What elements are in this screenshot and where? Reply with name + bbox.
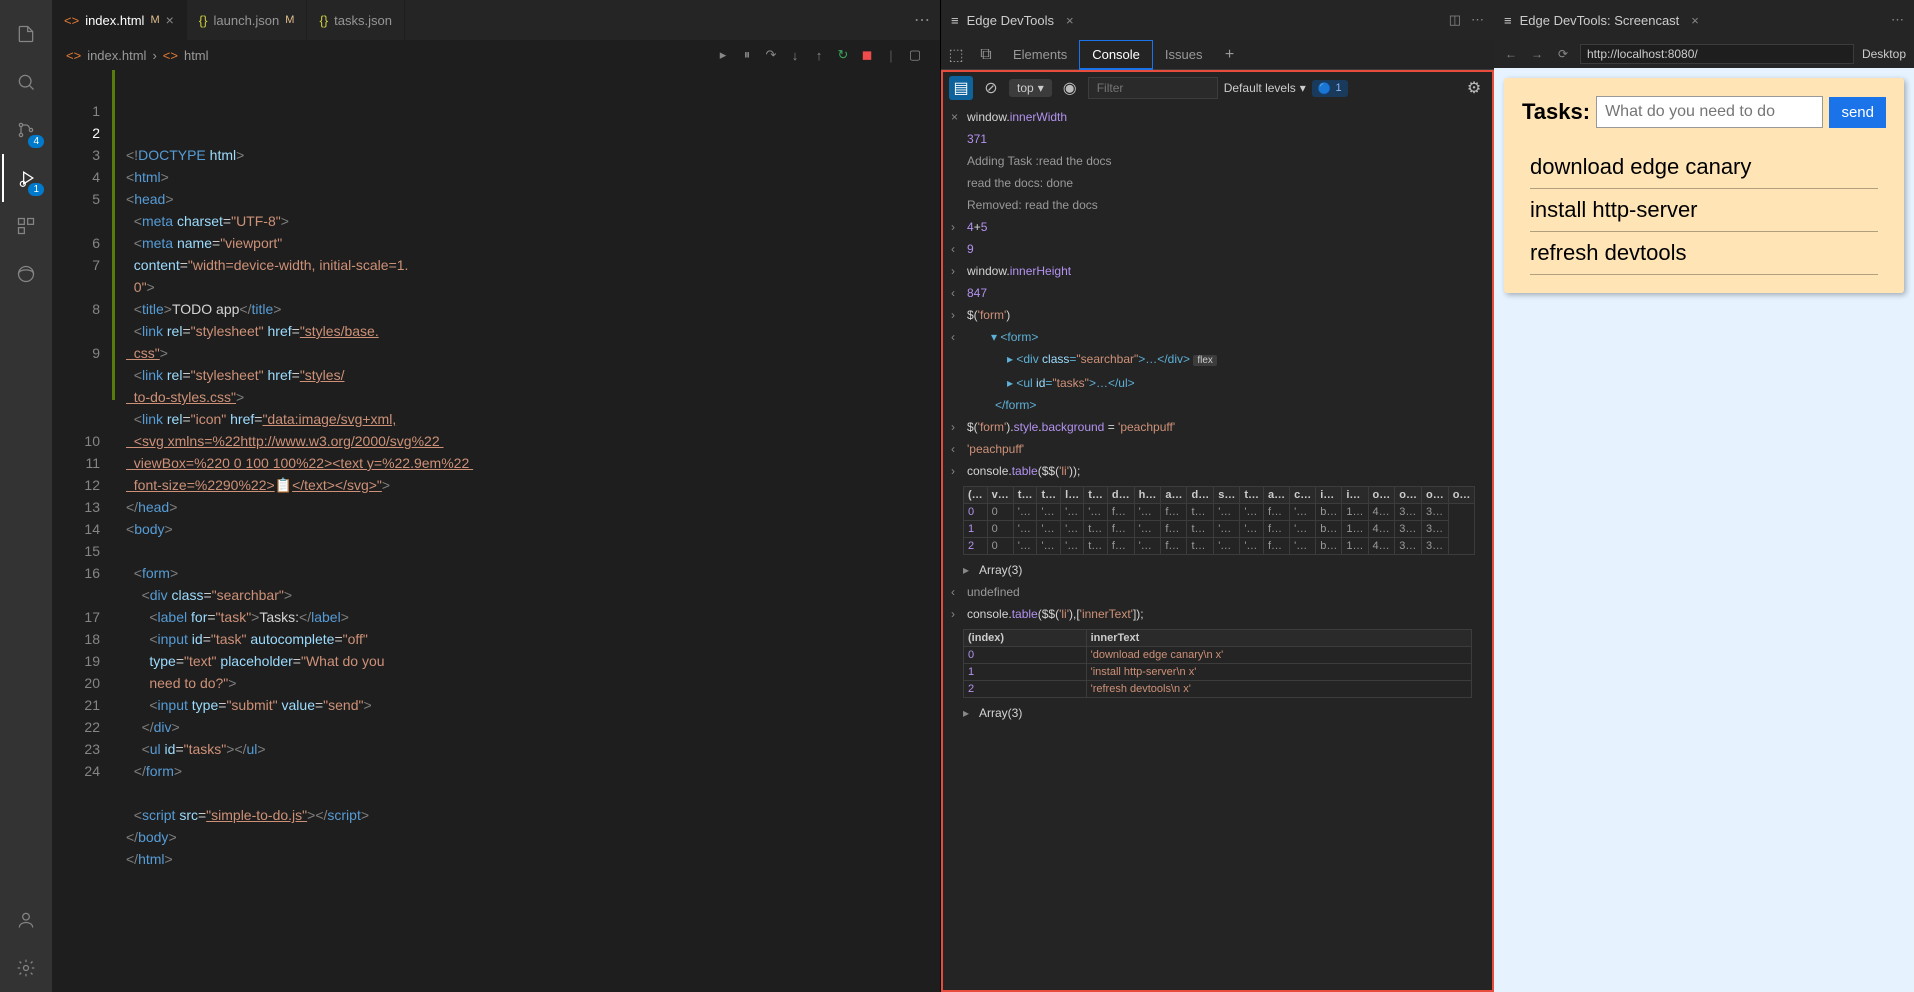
breadcrumb[interactable]: <> index.html › <> html ▸ ⏸ ↷ ↓ ↑ ↻ ◼ | … xyxy=(52,40,940,70)
tab-launch-json[interactable]: {}launch.jsonM xyxy=(187,0,308,40)
close-icon[interactable]: × xyxy=(1066,13,1074,28)
console-table-2: (index)innerText0'download edge canary\n… xyxy=(963,629,1472,698)
tab-console[interactable]: Console xyxy=(1079,40,1153,70)
filter-input[interactable] xyxy=(1088,77,1218,99)
close-icon[interactable]: × xyxy=(1691,13,1699,28)
screencast-title-bar: ≡ Edge DevTools: Screencast × ⋯ xyxy=(1494,0,1914,40)
edge-icon[interactable] xyxy=(2,250,50,298)
devtools-title-bar: ≡ Edge DevTools × ◫ ⋯ xyxy=(941,0,1494,40)
screencast-viewport[interactable]: Tasks: download edge canary install http… xyxy=(1494,68,1914,992)
file-icon: <> xyxy=(66,48,81,63)
debug-badge: 1 xyxy=(28,183,44,196)
split-icon[interactable]: ◫ xyxy=(1449,12,1461,28)
breadcrumb-element: html xyxy=(184,48,209,63)
console-table-1: (…v…t…t…l…t…d…h…a…d…s…t…a…c…i…i…o…o…o…o…… xyxy=(963,486,1475,555)
scm-badge: 4 xyxy=(28,135,44,148)
source-control-icon[interactable]: 4 xyxy=(2,106,50,154)
activity-bar: 4 1 xyxy=(0,0,52,992)
account-icon[interactable] xyxy=(2,896,50,944)
more-icon[interactable]: ⋯ xyxy=(1471,12,1484,28)
nav-reload-icon[interactable]: ⟳ xyxy=(1554,47,1572,61)
sidebar-toggle-icon[interactable]: ▤ xyxy=(949,76,973,100)
debug-continue-icon[interactable]: ▸ xyxy=(712,44,734,66)
debug-console-icon[interactable]: ▢ xyxy=(904,44,926,66)
console-toolbar: ▤ ⊘ top ▾ ◉ Default levels ▾ 🔵 1 ⚙ xyxy=(941,70,1494,104)
list-item[interactable]: refresh devtools xyxy=(1530,232,1878,275)
tab-index-html[interactable]: <>index.htmlM× xyxy=(52,0,187,40)
add-tab-icon[interactable]: + xyxy=(1214,46,1244,64)
debug-restart-icon[interactable]: ↻ xyxy=(832,44,854,66)
tab-more-icon[interactable]: ⋯ xyxy=(904,10,940,30)
screencast-panel: ≡ Edge DevTools: Screencast × ⋯ ← → ⟳ ht… xyxy=(1494,0,1914,992)
tasks-list: download edge canary install http-server… xyxy=(1522,146,1886,275)
debug-pause-icon[interactable]: ⏸ xyxy=(736,44,758,66)
inspect-element-icon[interactable]: ⬚ xyxy=(941,45,971,65)
list-icon: ≡ xyxy=(951,13,959,28)
devtools-title: Edge DevTools xyxy=(967,13,1054,28)
tasks-label: Tasks: xyxy=(1522,99,1590,125)
context-dropdown[interactable]: top ▾ xyxy=(1009,79,1052,97)
device-toggle-icon[interactable]: ⧉ xyxy=(971,46,1001,64)
debug-step-over-icon[interactable]: ↷ xyxy=(760,44,782,66)
devtools-panel: ≡ Edge DevTools × ◫ ⋯ ⬚ ⧉ Elements Conso… xyxy=(940,0,1494,992)
list-icon: ≡ xyxy=(1504,13,1512,28)
task-input[interactable] xyxy=(1596,96,1823,128)
devtools-toolbar: ⬚ ⧉ Elements Console Issues + xyxy=(941,40,1494,70)
searchbar: Tasks: xyxy=(1522,96,1886,128)
line-numbers: 123456789101112131415161718192021222324 xyxy=(52,70,112,992)
settings-gear-icon[interactable] xyxy=(2,944,50,992)
code-content[interactable]: <!DOCTYPE html> <html> <head> <meta char… xyxy=(112,70,940,992)
list-item[interactable]: install http-server xyxy=(1530,189,1878,232)
url-input[interactable]: http://localhost:8080/ xyxy=(1580,44,1854,64)
tab-tasks-json[interactable]: {}tasks.json xyxy=(307,0,405,40)
list-item[interactable]: download edge canary xyxy=(1530,146,1878,189)
search-icon[interactable] xyxy=(2,58,50,106)
editor-tab-bar: <>index.htmlM× {}launch.jsonM {}tasks.js… xyxy=(52,0,940,40)
todo-app: Tasks: download edge canary install http… xyxy=(1504,78,1904,293)
live-expression-icon[interactable]: ◉ xyxy=(1058,76,1082,100)
console-output[interactable]: ×window.window.innerWidthinnerWidth 371 … xyxy=(941,104,1494,992)
debug-step-out-icon[interactable]: ↑ xyxy=(808,44,830,66)
url-bar: ← → ⟳ http://localhost:8080/ Desktop xyxy=(1494,40,1914,68)
screencast-title: Edge DevTools: Screencast xyxy=(1520,13,1680,28)
editor-area: <>index.htmlM× {}launch.jsonM {}tasks.js… xyxy=(52,0,940,992)
mode-label[interactable]: Desktop xyxy=(1862,47,1906,61)
issues-badge[interactable]: 🔵 1 xyxy=(1312,80,1348,97)
settings-gear-icon[interactable]: ⚙ xyxy=(1462,76,1486,100)
debug-stop-icon[interactable]: ◼ xyxy=(856,44,878,66)
clear-console-icon[interactable]: ⊘ xyxy=(979,76,1003,100)
close-icon[interactable]: × xyxy=(166,12,174,28)
nav-forward-icon[interactable]: → xyxy=(1528,47,1546,61)
levels-dropdown[interactable]: Default levels ▾ xyxy=(1224,81,1306,95)
explorer-icon[interactable] xyxy=(2,10,50,58)
code-editor[interactable]: 123456789101112131415161718192021222324 … xyxy=(52,70,940,992)
tab-elements[interactable]: Elements xyxy=(1001,40,1079,70)
tab-issues[interactable]: Issues xyxy=(1153,40,1215,70)
extensions-icon[interactable] xyxy=(2,202,50,250)
more-icon[interactable]: ⋯ xyxy=(1891,12,1904,28)
debug-step-in-icon[interactable]: ↓ xyxy=(784,44,806,66)
element-icon: <> xyxy=(163,48,178,63)
nav-back-icon[interactable]: ← xyxy=(1502,47,1520,61)
send-button[interactable] xyxy=(1829,97,1886,128)
breadcrumb-file: index.html xyxy=(87,48,146,63)
debug-icon[interactable]: 1 xyxy=(2,154,50,202)
